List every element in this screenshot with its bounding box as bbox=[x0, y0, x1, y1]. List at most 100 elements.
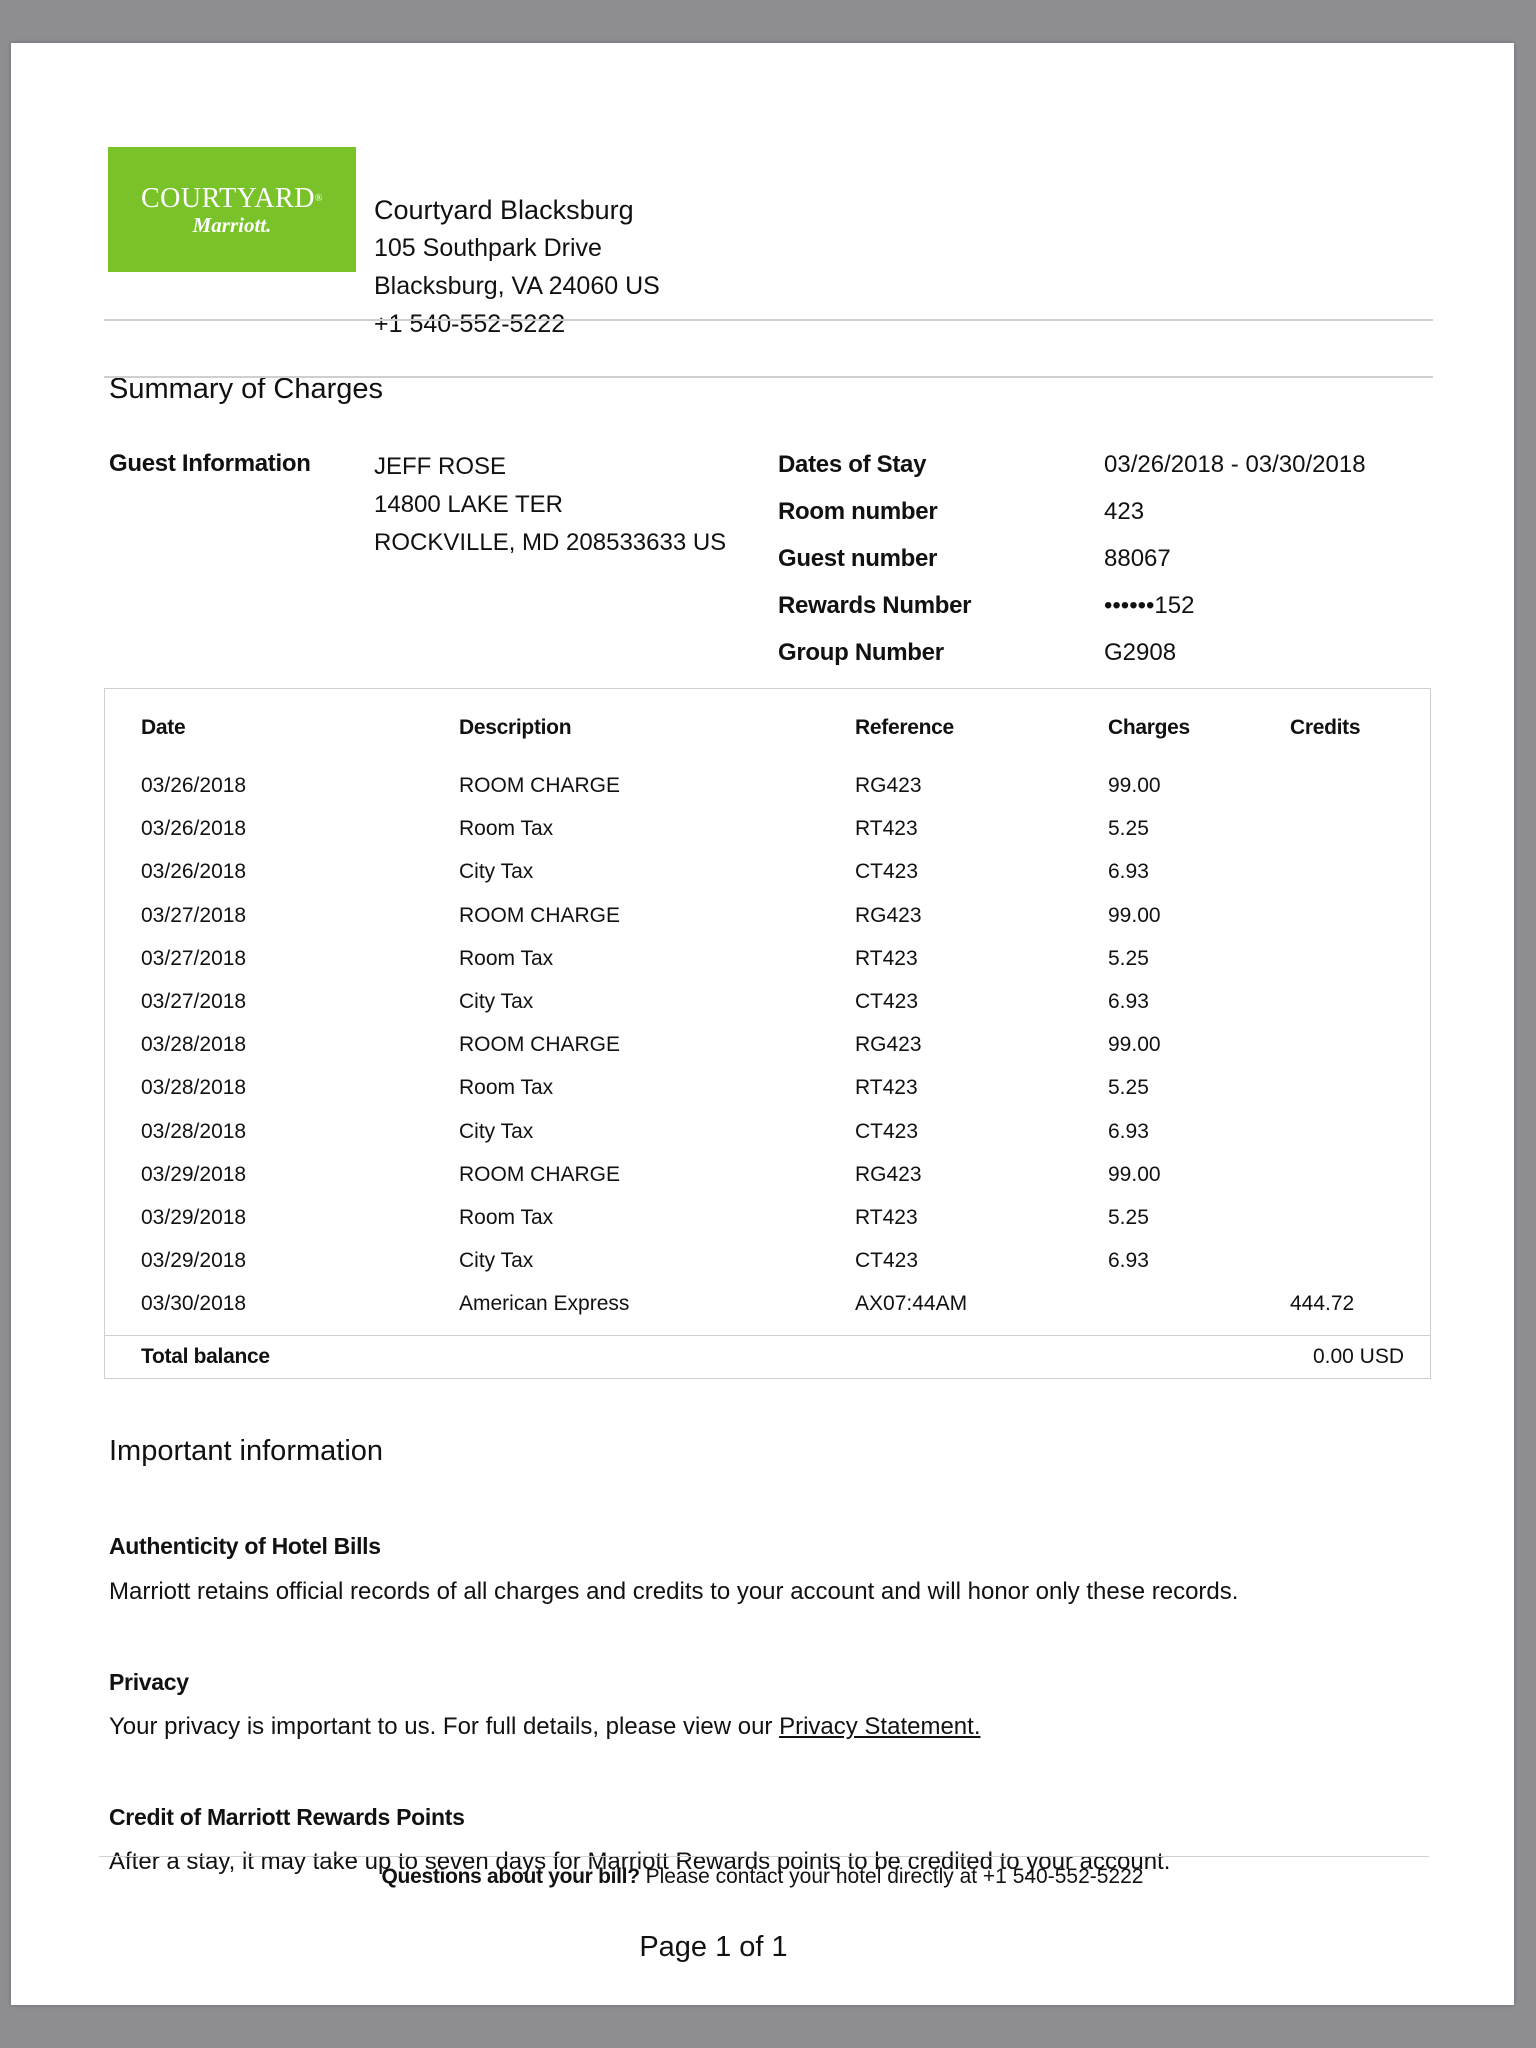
folio-page: COURTYARD® Marriott. Courtyard Blacksbur… bbox=[11, 43, 1514, 2005]
table-row: 03/29/2018 City Tax CT423 6.93 bbox=[105, 1249, 1430, 1292]
cell-charges: 6.93 bbox=[1108, 1119, 1149, 1143]
table-row: 03/28/2018 City Tax CT423 6.93 bbox=[105, 1120, 1430, 1163]
cell-description: City Tax bbox=[459, 990, 534, 1013]
col-header-reference: Reference bbox=[855, 716, 954, 739]
table-row: 03/28/2018 ROOM CHARGE RG423 99.00 bbox=[105, 1033, 1430, 1076]
courtyard-marriott-logo: COURTYARD® Marriott. bbox=[108, 147, 356, 272]
cell-date: 03/28/2018 bbox=[141, 1076, 247, 1100]
table-row: 03/30/2018 American Express AX07:44AM 444.7… bbox=[105, 1292, 1430, 1335]
footer-contact: Questions about your bill? Please contac… bbox=[11, 1865, 1514, 1889]
cell-charges: 6.93 bbox=[1108, 990, 1149, 1013]
cell-date: 03/30/2018 bbox=[141, 1292, 247, 1316]
table-row: 03/28/2018 Room Tax RT423 5.25 bbox=[105, 1076, 1430, 1119]
cell-date: 03/28/2018 bbox=[141, 1119, 247, 1143]
cell-reference: RT423 bbox=[855, 817, 918, 841]
cell-credits: 444.72 bbox=[1290, 1292, 1355, 1316]
page-number: Page 1 of 1 bbox=[639, 1931, 788, 1963]
table-row: 03/29/2018 Room Tax RT423 5.25 bbox=[105, 1206, 1430, 1249]
cell-description: Room Tax bbox=[459, 817, 554, 841]
hotel-street: 105 Southpark Drive bbox=[374, 234, 602, 262]
total-divider bbox=[105, 1335, 1430, 1336]
cell-reference: RT423 bbox=[855, 1206, 918, 1229]
stay-row: Group Number G2908 bbox=[778, 639, 1366, 686]
table-row: 03/27/2018 Room Tax RT423 5.25 bbox=[105, 947, 1430, 990]
stay-value: 03/26/2018 - 03/30/2018 bbox=[1104, 451, 1366, 478]
cell-date: 03/29/2018 bbox=[141, 1249, 247, 1273]
cell-charges: 99.00 bbox=[1108, 774, 1161, 797]
cell-date: 03/26/2018 bbox=[141, 817, 247, 841]
cell-description: American Express bbox=[459, 1292, 630, 1316]
cell-description: Room Tax bbox=[459, 946, 554, 970]
cell-reference: RT423 bbox=[855, 1076, 918, 1100]
cell-date: 03/27/2018 bbox=[141, 990, 247, 1013]
cell-date: 03/28/2018 bbox=[141, 1033, 247, 1057]
stay-row: Dates of Stay 03/26/2018 - 03/30/2018 bbox=[778, 451, 1366, 498]
footer-divider bbox=[99, 1856, 1429, 1857]
col-header-charges: Charges bbox=[1108, 716, 1190, 739]
cell-date: 03/29/2018 bbox=[141, 1206, 247, 1229]
stay-label: Room number bbox=[778, 498, 938, 525]
cell-charges: 5.25 bbox=[1108, 1076, 1149, 1100]
stay-value: 88067 bbox=[1104, 545, 1171, 572]
hotel-name: Courtyard Blacksburg bbox=[374, 195, 634, 225]
cell-reference: RG423 bbox=[855, 903, 922, 927]
stay-label: Group Number bbox=[778, 639, 944, 666]
cell-description: City Tax bbox=[459, 1249, 534, 1273]
cell-charges: 99.00 bbox=[1108, 903, 1161, 927]
guest-name: JEFF ROSE bbox=[374, 453, 507, 480]
hotel-city: Blacksburg, VA 24060 US bbox=[374, 272, 660, 300]
guest-city: ROCKVILLE, MD 208533633 US bbox=[374, 529, 727, 556]
cell-description: Room Tax bbox=[459, 1206, 554, 1229]
authenticity-title: Authenticity of Hotel Bills bbox=[109, 1533, 381, 1559]
cell-description: City Tax bbox=[459, 860, 534, 884]
important-info-title: Important information bbox=[109, 1435, 384, 1467]
cell-charges: 99.00 bbox=[1108, 1162, 1161, 1186]
table-row: 03/26/2018 Room Tax RT423 5.25 bbox=[105, 817, 1430, 860]
privacy-title: Privacy bbox=[109, 1669, 189, 1695]
table-row: 03/27/2018 City Tax CT423 6.93 bbox=[105, 990, 1430, 1033]
cell-description: Room Tax bbox=[459, 1076, 554, 1100]
cell-description: ROOM CHARGE bbox=[459, 903, 621, 927]
guest-info-label: Guest Information bbox=[109, 450, 311, 477]
stay-label: Dates of Stay bbox=[778, 451, 927, 478]
divider bbox=[104, 376, 1433, 378]
authenticity-text: Marriott retains official records of all… bbox=[109, 1578, 1239, 1605]
logo-wordmark: COURTYARD® bbox=[140, 182, 324, 214]
cell-reference: RG423 bbox=[855, 1162, 922, 1186]
col-header-credits: Credits bbox=[1290, 716, 1361, 739]
cell-reference: RG423 bbox=[855, 774, 922, 797]
stay-row: Guest number 88067 bbox=[778, 545, 1366, 592]
stay-value: G2908 bbox=[1104, 639, 1177, 666]
table-row: 03/26/2018 ROOM CHARGE RG423 99.00 bbox=[105, 774, 1430, 817]
cell-description: City Tax bbox=[459, 1119, 534, 1143]
cell-reference: CT423 bbox=[855, 990, 919, 1013]
footer-contact-text: Please contact your hotel directly at +1… bbox=[639, 1865, 1144, 1888]
cell-charges: 99.00 bbox=[1108, 1033, 1161, 1057]
logo-submark: Marriott. bbox=[192, 212, 272, 237]
stay-value: ••••••152 bbox=[1104, 592, 1195, 619]
cell-date: 03/29/2018 bbox=[141, 1162, 247, 1186]
table-row: 03/29/2018 ROOM CHARGE RG423 99.00 bbox=[105, 1163, 1430, 1206]
col-header-description: Description bbox=[459, 716, 572, 739]
cell-reference: RT423 bbox=[855, 946, 918, 970]
col-header-date: Date bbox=[141, 716, 186, 739]
stay-label: Guest number bbox=[778, 545, 938, 572]
privacy-text: Your privacy is important to us. For ful… bbox=[109, 1713, 981, 1741]
stay-label: Rewards Number bbox=[778, 592, 972, 619]
cell-date: 03/26/2018 bbox=[141, 774, 247, 797]
cell-charges: 6.93 bbox=[1108, 1249, 1149, 1273]
privacy-statement-link[interactable]: Privacy Statement. bbox=[779, 1713, 980, 1740]
cell-date: 03/27/2018 bbox=[141, 903, 247, 927]
footer-question: Questions about your bill? bbox=[381, 1865, 641, 1888]
cell-reference: CT423 bbox=[855, 860, 919, 884]
cell-charges: 6.93 bbox=[1108, 860, 1149, 884]
rewards-title: Credit of Marriott Rewards Points bbox=[109, 1804, 465, 1830]
stay-row: Rewards Number ••••••152 bbox=[778, 592, 1366, 639]
cell-reference: CT423 bbox=[855, 1119, 919, 1143]
cell-description: ROOM CHARGE bbox=[459, 1033, 621, 1057]
hotel-phone: +1 540-552-5222 bbox=[374, 310, 566, 338]
cell-date: 03/26/2018 bbox=[141, 860, 247, 884]
stay-value: 423 bbox=[1104, 498, 1145, 525]
total-balance-value: 0.00 USD bbox=[1312, 1345, 1404, 1368]
privacy-text-body: Your privacy is important to us. For ful… bbox=[109, 1713, 780, 1740]
